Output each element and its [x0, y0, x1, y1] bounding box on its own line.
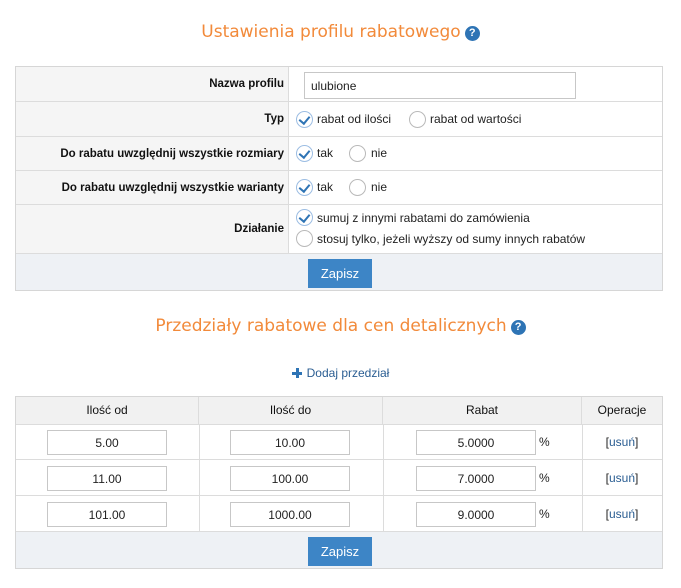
percent-unit: % — [539, 435, 550, 449]
table-row: % [usuń] — [16, 424, 662, 460]
variants-yes-label[interactable]: tak — [317, 180, 333, 194]
range-discount-input[interactable] — [416, 502, 536, 527]
operations-cell: [usuń] — [582, 471, 662, 485]
ranges-footer: Zapisz — [16, 532, 662, 568]
action-row: Działanie sumuj z innymi rabatami do zam… — [16, 205, 662, 254]
table-row: % [usuń] — [16, 460, 662, 496]
range-from-input[interactable] — [47, 502, 167, 527]
sizes-row: Do rabatu uwzględnij wszystkie rozmiary … — [16, 137, 662, 171]
column-header-discount: Rabat — [383, 397, 582, 424]
column-header-from: Ilość od — [16, 397, 199, 424]
range-discount-input[interactable] — [416, 430, 536, 455]
plus-icon — [291, 368, 302, 378]
variants-no-label[interactable]: nie — [371, 180, 387, 194]
range-to-input[interactable] — [230, 430, 350, 455]
variants-label: Do rabatu uwzględnij wszystkie warianty — [16, 171, 289, 204]
range-to-input[interactable] — [230, 466, 350, 491]
settings-title-text: Ustawienia profilu rabatowego — [201, 22, 461, 42]
table-row: % [usuń] — [16, 496, 662, 532]
range-to-input[interactable] — [230, 502, 350, 527]
sizes-no-label[interactable]: nie — [371, 146, 387, 160]
range-discount-input[interactable] — [416, 466, 536, 491]
action-sum-radio[interactable] — [296, 209, 313, 226]
type-label: Typ — [16, 102, 289, 136]
sizes-yes-radio[interactable] — [296, 145, 313, 162]
action-higher-radio[interactable] — [296, 230, 313, 247]
delete-link[interactable]: usuń — [609, 507, 635, 521]
operations-cell: [usuń] — [582, 435, 662, 449]
action-label: Działanie — [16, 205, 289, 253]
profile-name-row: Nazwa profilu — [16, 67, 662, 102]
range-from-input[interactable] — [47, 466, 167, 491]
variants-no-radio[interactable] — [349, 179, 366, 196]
table-header: Ilość od Ilość do Rabat Operacje — [16, 397, 662, 425]
help-icon[interactable]: ? — [510, 320, 526, 335]
bracket-close: ] — [635, 435, 639, 449]
percent-unit: % — [539, 507, 550, 521]
sizes-yes-label[interactable]: tak — [317, 146, 333, 160]
range-from-input[interactable] — [47, 430, 167, 455]
add-range-label[interactable]: Dodaj przedział — [307, 366, 390, 380]
operations-cell: [usuń] — [582, 507, 662, 521]
type-value-label[interactable]: rabat od wartości — [430, 112, 521, 126]
save-settings-button[interactable]: Zapisz — [308, 259, 372, 288]
action-sum-label[interactable]: sumuj z innymi rabatami do zamówienia — [317, 211, 530, 225]
save-ranges-button[interactable]: Zapisz — [308, 537, 372, 566]
profile-name-label: Nazwa profilu — [16, 67, 289, 101]
ranges-table: Ilość od Ilość do Rabat Operacje % [usuń… — [15, 396, 663, 569]
column-header-to: Ilość do — [199, 397, 383, 424]
settings-footer: Zapisz — [16, 254, 662, 290]
percent-unit: % — [539, 471, 550, 485]
ranges-title: Przedziały rabatowe dla cen detalicznych… — [0, 316, 681, 336]
type-quantity-label[interactable]: rabat od ilości — [317, 112, 391, 126]
delete-link[interactable]: usuń — [609, 471, 635, 485]
bracket-close: ] — [635, 471, 639, 485]
type-row: Typ rabat od ilości rabat od wartości — [16, 102, 662, 137]
sizes-no-radio[interactable] — [349, 145, 366, 162]
profile-settings-form: Nazwa profilu Typ rabat od ilości rabat … — [15, 66, 663, 291]
delete-link[interactable]: usuń — [609, 435, 635, 449]
help-icon[interactable]: ? — [464, 26, 480, 41]
variants-row: Do rabatu uwzględnij wszystkie warianty … — [16, 171, 662, 205]
column-header-operations: Operacje — [597, 403, 647, 417]
type-value-radio[interactable] — [409, 111, 426, 128]
add-range-link[interactable]: Dodaj przedział — [0, 366, 681, 380]
profile-name-input[interactable] — [304, 72, 576, 99]
bracket-close: ] — [635, 507, 639, 521]
variants-yes-radio[interactable] — [296, 179, 313, 196]
action-higher-label[interactable]: stosuj tylko, jeżeli wyższy od sumy inny… — [317, 232, 585, 246]
type-quantity-radio[interactable] — [296, 111, 313, 128]
ranges-title-text: Przedziały rabatowe dla cen detalicznych — [155, 316, 507, 336]
sizes-label: Do rabatu uwzględnij wszystkie rozmiary — [16, 137, 289, 170]
settings-title: Ustawienia profilu rabatowego? — [0, 22, 681, 42]
